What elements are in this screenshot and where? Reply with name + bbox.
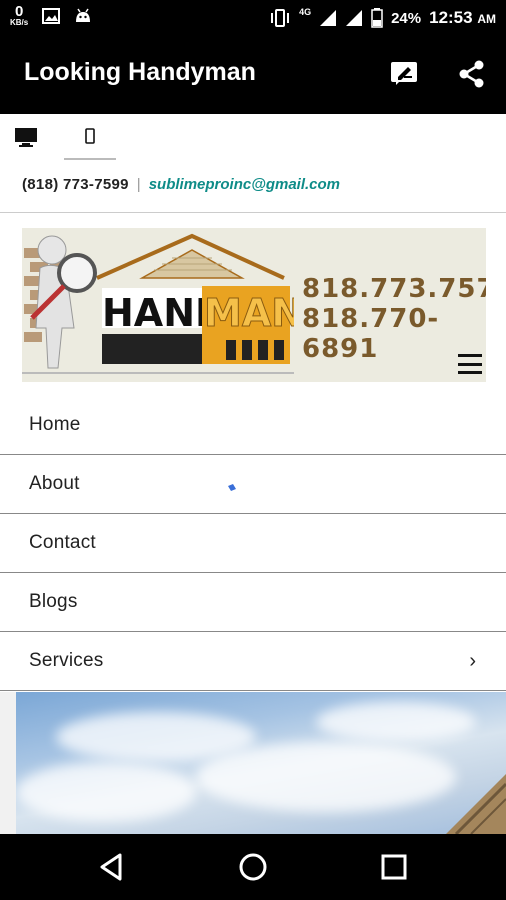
contact-phone[interactable]: (818) 773-7599 (22, 176, 129, 193)
mobile-icon (85, 128, 95, 144)
nav-item-label: About (29, 473, 80, 494)
home-icon[interactable] (237, 851, 269, 883)
web-content: (818) 773-7599 | sublimeproinc@gmail.com (0, 114, 506, 834)
image-icon (42, 7, 61, 24)
banner-brand-text-2: MAN (204, 291, 294, 335)
vibrate-icon (271, 9, 290, 27)
contact-line: (818) 773-7599 | sublimeproinc@gmail.com (22, 176, 340, 193)
nav-item-services[interactable]: Services › (0, 632, 506, 691)
clock: 12:53 AM (429, 8, 496, 28)
system-nav-bar (0, 834, 506, 900)
roof-corner-image (446, 774, 506, 834)
desktop-icon (15, 128, 37, 147)
app-title: Looking Handyman (24, 58, 256, 86)
recents-icon[interactable] (378, 851, 410, 883)
network-speed-unit: KB/s (10, 18, 29, 27)
contact-email[interactable]: sublimeproinc@gmail.com (149, 176, 340, 193)
nav-item-home[interactable]: Home (0, 396, 506, 455)
contact-separator: | (136, 176, 141, 193)
app-bar: Looking Handyman (0, 36, 506, 114)
site-nav-menu: Home About Contact Blogs Services › (0, 396, 506, 691)
desktop-view-button[interactable] (0, 114, 52, 160)
hero-section (0, 692, 506, 834)
view-toggle (0, 114, 506, 160)
nav-item-blogs[interactable]: Blogs (0, 573, 506, 632)
handyman-logo: HANDY MAN (22, 233, 294, 374)
banner-phones: 818.773.7571 818.770-6891 (302, 274, 486, 364)
nav-item-contact[interactable]: Contact (0, 514, 506, 573)
nav-item-about[interactable]: About (0, 455, 506, 514)
network-speed-value: 0 (14, 3, 24, 20)
share-icon[interactable] (456, 58, 488, 90)
sky-hero-image (16, 692, 506, 834)
handyman-banner[interactable]: HANDY MAN 818.773.7571 818.770-6891 (22, 228, 486, 382)
android-icon (76, 8, 91, 22)
cursor-mark-icon (228, 484, 236, 491)
hamburger-menu-icon[interactable] (458, 354, 482, 374)
signal-strength-icon-2 (346, 10, 363, 26)
back-icon[interactable] (96, 851, 128, 883)
nav-item-label: Home (29, 414, 81, 435)
banner-phone-1: 818.773.7571 (302, 274, 486, 304)
edit-note-icon[interactable] (388, 58, 420, 90)
battery-icon (371, 8, 383, 28)
nav-item-label: Services (29, 650, 104, 671)
clock-ampm: AM (477, 12, 496, 26)
mobile-view-button[interactable] (64, 114, 116, 160)
network-speed: 0 KB/s (10, 4, 28, 27)
nav-item-label: Blogs (29, 591, 78, 612)
signal-strength-icon (320, 10, 337, 26)
nav-item-label: Contact (29, 532, 96, 553)
network-type-label: 4G (299, 7, 312, 17)
chevron-right-icon: › (469, 650, 476, 672)
battery-percent: 24% (391, 9, 422, 27)
divider (0, 212, 506, 213)
status-bar: 0 KB/s 4G 24% 12:53 AM (0, 0, 506, 36)
clock-time: 12:53 (429, 8, 473, 27)
